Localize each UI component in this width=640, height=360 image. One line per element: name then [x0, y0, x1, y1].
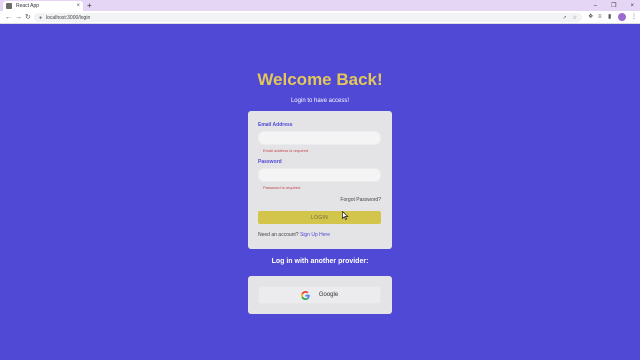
browser-toolbar: ← → ↻ ● localhost:3000/login ↗ ☆ ❖ ≡ ▮ ⋮	[0, 11, 640, 24]
email-error: Email address is required	[263, 148, 309, 153]
profile-avatar[interactable]	[618, 13, 626, 21]
lock-icon: ●	[39, 14, 43, 21]
signup-prompt-text: Need an account?	[258, 232, 299, 238]
sidebar-icon[interactable]: ▮	[608, 13, 611, 22]
maximize-button[interactable]: ❐	[611, 2, 616, 9]
tab-title: React App	[16, 3, 40, 9]
close-window-button[interactable]: ×	[630, 3, 634, 9]
mouse-pointer-icon	[342, 211, 349, 220]
favicon-icon	[6, 3, 12, 9]
tab-close-icon[interactable]: ×	[76, 3, 80, 9]
password-error: Password is required	[263, 185, 301, 190]
forgot-password-link[interactable]: Forgot Password?	[340, 197, 381, 203]
provider-card: Google	[248, 276, 392, 314]
browser-tab[interactable]: React App ×	[3, 1, 83, 11]
page-subtitle: Login to have access!	[290, 98, 350, 104]
signup-prompt: Need an account? Sign Up Here	[258, 232, 330, 238]
extensions-icon[interactable]: ❖	[588, 13, 593, 22]
star-icon[interactable]: ☆	[573, 15, 577, 21]
email-input[interactable]	[258, 131, 381, 145]
minimize-button[interactable]: –	[594, 3, 597, 9]
reload-button[interactable]: ↻	[25, 13, 31, 22]
address-bar[interactable]: ● localhost:3000/login ↗ ☆	[34, 13, 582, 22]
signup-link[interactable]: Sign Up Here	[300, 232, 330, 238]
forward-button[interactable]: →	[15, 13, 22, 22]
login-card: Email Address Email address is required …	[248, 111, 392, 249]
share-icon[interactable]: ↗	[562, 15, 566, 21]
url-text: localhost:3000/login	[46, 14, 91, 21]
google-login-button[interactable]: Google	[258, 286, 381, 304]
browser-tabstrip: React App × + – ❐ ×	[0, 0, 640, 11]
login-button[interactable]: LOGIN	[258, 211, 381, 224]
provider-heading: Log in with another provider:	[271, 258, 369, 265]
back-button[interactable]: ←	[5, 13, 12, 22]
menu-icon[interactable]: ⋮	[631, 13, 637, 22]
window-controls: – ❐ ×	[594, 0, 634, 11]
password-label: Password	[258, 159, 282, 165]
new-tab-button[interactable]: +	[87, 1, 92, 10]
email-label: Email Address	[258, 122, 293, 128]
page-title: Welcome Back!	[257, 70, 383, 89]
google-icon	[300, 290, 310, 300]
password-input[interactable]	[258, 168, 381, 182]
google-label: Google	[318, 292, 339, 298]
reading-list-icon[interactable]: ≡	[598, 13, 602, 22]
